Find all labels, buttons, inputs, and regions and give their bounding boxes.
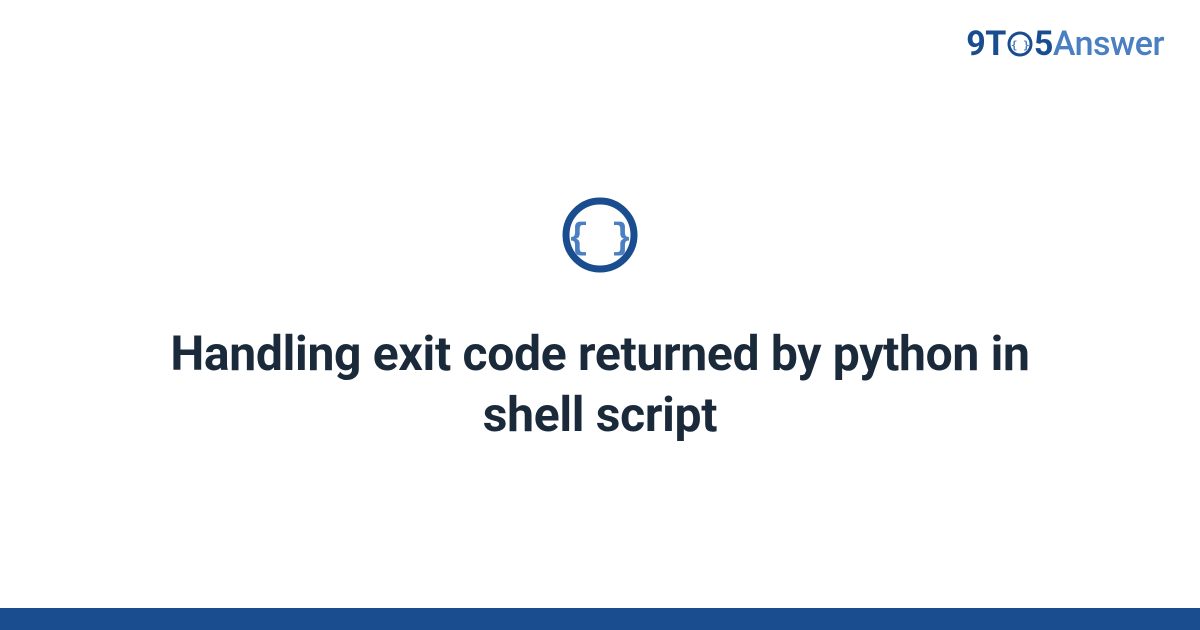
page-title: Handling exit code returned by python in…	[150, 323, 1050, 446]
svg-text:{ }: { }	[568, 218, 633, 259]
topic-icon: { }	[560, 195, 640, 279]
main-content: { } Handling exit code returned by pytho…	[0, 0, 1200, 630]
footer-bar	[0, 608, 1200, 630]
